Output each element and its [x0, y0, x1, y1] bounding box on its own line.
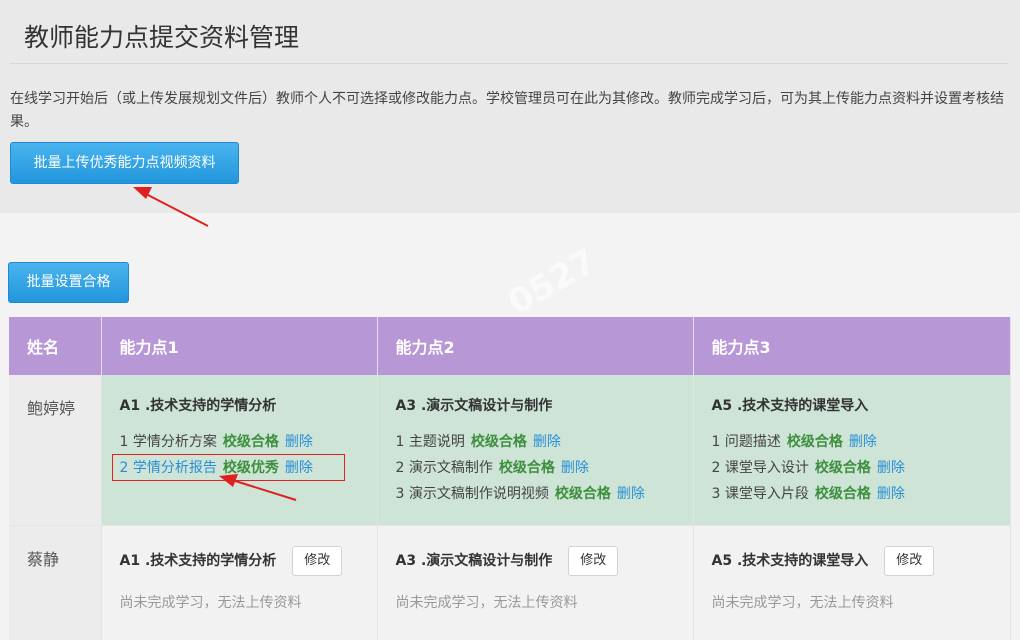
level-badge: 校级合格 — [498, 460, 555, 476]
material-label: 2 演示文稿制作 — [395, 460, 493, 476]
header-point-2: 能力点2 — [377, 317, 694, 375]
delete-link[interactable]: 删除 — [849, 434, 877, 450]
material-item: 1 主题说明 校级合格 删除 — [396, 429, 693, 455]
batch-set-pass-button[interactable]: 批量设置合格 — [8, 262, 129, 303]
level-badge: 校级合格 — [786, 434, 843, 450]
material-item: 3 演示文稿制作说明视频 校级合格 删除 — [396, 481, 693, 507]
material-label: 1 主题说明 — [395, 434, 465, 450]
point-title: A3 .演示文稿设计与制作 — [395, 552, 553, 569]
point-title: A1 .技术支持的学情分析 — [119, 552, 277, 569]
teacher-name: 鲍婷婷 — [9, 375, 102, 526]
material-item: 3 课堂导入片段 校级合格 删除 — [712, 481, 1010, 507]
level-badge: 校级合格 — [554, 486, 611, 502]
table-row: 蔡静 A1 .技术支持的学情分析 修改 尚未完成学习，无法上传资料 A3 .演示文… — [9, 525, 1011, 640]
point-cell: A1 .技术支持的学情分析 1 学情分析方案 校级合格 删除 2 学情分析报告 校级优… — [101, 375, 378, 526]
batch-upload-video-button[interactable]: 批量上传优秀能力点视频资料 — [10, 142, 239, 184]
point-cell: A5 .技术支持的课堂导入 修改 尚未完成学习，无法上传资料 — [693, 525, 1011, 640]
delete-link[interactable]: 删除 — [285, 434, 313, 450]
level-badge: 校级合格 — [814, 486, 871, 502]
point-title: A3 .演示文稿设计与制作 — [395, 398, 553, 414]
material-item: 2 课堂导入设计 校级合格 删除 — [712, 455, 1010, 481]
material-item: 1 问题描述 校级合格 删除 — [712, 429, 1010, 455]
point-cell: A1 .技术支持的学情分析 修改 尚未完成学习，无法上传资料 — [101, 525, 378, 640]
title-divider — [10, 63, 1008, 64]
header-point-3: 能力点3 — [693, 317, 1011, 375]
level-badge: 校级合格 — [814, 460, 871, 476]
delete-link[interactable]: 删除 — [877, 460, 905, 476]
header-point-1: 能力点1 — [101, 317, 378, 375]
top-panel: 教师能力点提交资料管理 在线学习开始后（或上传发展规划文件后）教师个人不可选择或… — [0, 0, 1020, 213]
point-title: A5 .技术支持的课堂导入 — [711, 398, 869, 414]
delete-link[interactable]: 删除 — [533, 434, 561, 450]
level-badge: 校级合格 — [470, 434, 527, 450]
page-description: 在线学习开始后（或上传发展规划文件后）教师个人不可选择或修改能力点。学校管理员可… — [10, 91, 1004, 130]
point-cell: A3 .演示文稿设计与制作 修改 尚未完成学习，无法上传资料 — [377, 525, 694, 640]
edit-button[interactable]: 修改 — [568, 545, 619, 576]
material-label: 1 问题描述 — [711, 434, 781, 450]
point-title: A5 .技术支持的课堂导入 — [711, 552, 869, 569]
status-text: 尚未完成学习，无法上传资料 — [711, 594, 894, 611]
edit-button[interactable]: 修改 — [884, 545, 935, 576]
status-text: 尚未完成学习，无法上传资料 — [395, 594, 578, 611]
table-header-row: 姓名 能力点1 能力点2 能力点3 — [9, 317, 1011, 375]
teacher-name: 蔡静 — [9, 525, 102, 640]
highlight-box — [112, 454, 345, 481]
material-label: 1 学情分析方案 — [119, 434, 217, 450]
delete-link[interactable]: 删除 — [617, 486, 645, 502]
point-title: A1 .技术支持的学情分析 — [119, 398, 277, 414]
material-label: 3 演示文稿制作说明视频 — [395, 486, 549, 502]
material-label: 2 课堂导入设计 — [711, 460, 809, 476]
header-name: 姓名 — [9, 317, 102, 375]
material-label: 3 课堂导入片段 — [711, 486, 809, 502]
level-badge: 校级合格 — [222, 434, 279, 450]
table-row: 鲍婷婷 A1 .技术支持的学情分析 1 学情分析方案 校级合格 删除 2 学情分析报… — [9, 375, 1011, 526]
material-item: 2 演示文稿制作 校级合格 删除 — [396, 455, 693, 481]
status-text: 尚未完成学习，无法上传资料 — [119, 594, 302, 611]
point-cell: A5 .技术支持的课堂导入 1 问题描述 校级合格 删除 2 课堂导入设计 校级合格删… — [693, 375, 1011, 526]
edit-button[interactable]: 修改 — [292, 545, 343, 576]
delete-link[interactable]: 删除 — [561, 460, 589, 476]
material-item: 1 学情分析方案 校级合格 删除 — [120, 429, 377, 455]
point-cell: A3 .演示文稿设计与制作 1 主题说明 校级合格 删除 2 演示文稿制作 校级合格删… — [377, 375, 694, 526]
delete-link[interactable]: 删除 — [877, 486, 905, 502]
page-title: 教师能力点提交资料管理 — [24, 23, 300, 52]
